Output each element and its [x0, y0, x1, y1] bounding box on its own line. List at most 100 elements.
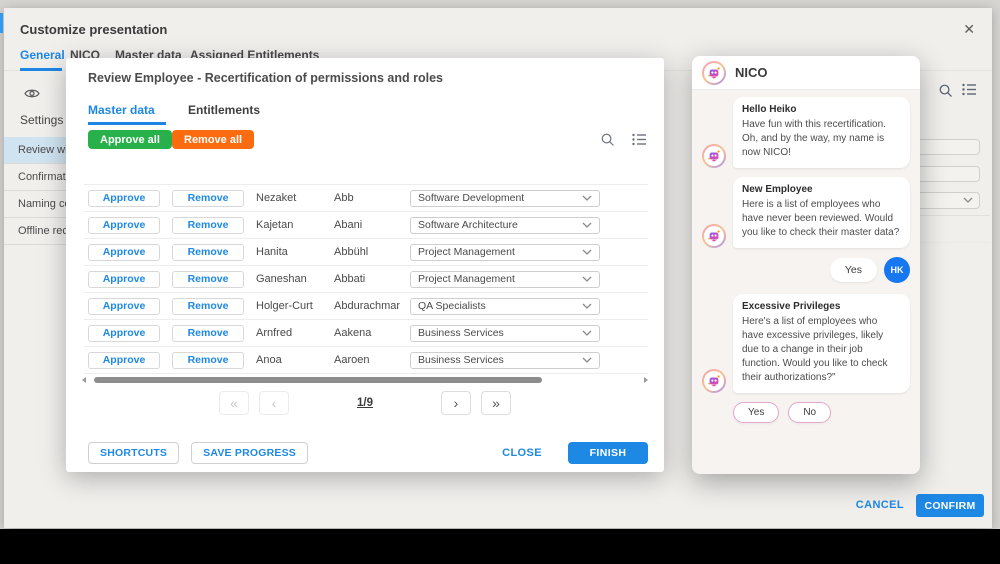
user-reply-bubble: Yes [830, 258, 877, 282]
first-name: Holger-Curt [256, 300, 334, 312]
confirm-button[interactable]: CONFIRM [916, 494, 984, 517]
search-icon[interactable] [600, 132, 615, 147]
save-progress-button[interactable]: SAVE PROGRESS [191, 442, 308, 464]
last-name: Abani [334, 219, 400, 231]
table-row: Approve Remove Anoa Aaroen Business Serv… [84, 347, 648, 374]
message-text: Here is a list of employees who have nev… [742, 198, 901, 240]
nico-avatar-icon [702, 224, 726, 248]
department-select[interactable]: Software Architecture [410, 217, 600, 234]
message-text: Here's a list of employees who have exce… [742, 315, 901, 385]
last-name: Abb [334, 192, 400, 204]
pagination: « ‹ 1/9 › » [66, 391, 664, 415]
remove-button[interactable]: Remove [172, 190, 244, 207]
table-row: Approve Remove Ganeshan Abbati Project M… [84, 266, 648, 293]
settings-heading: Settings [20, 113, 63, 127]
cancel-button[interactable]: CANCEL [856, 499, 904, 511]
list-view-icon[interactable] [632, 133, 647, 146]
chat-header: NICO [692, 56, 920, 90]
page-indicator[interactable]: 1/9 [357, 397, 373, 409]
approve-button[interactable]: Approve [88, 298, 160, 315]
last-name: Abdurachman... [334, 300, 400, 312]
divider [912, 242, 990, 243]
scroll-right-icon[interactable] [644, 377, 648, 383]
remove-button[interactable]: Remove [172, 271, 244, 288]
close-button[interactable]: CLOSE [502, 447, 542, 459]
remove-button[interactable]: Remove [172, 298, 244, 315]
chat-message: Hello Heiko Have fun with this recertifi… [702, 97, 910, 168]
user-avatar: HK [884, 257, 910, 283]
modal-tab-entitlements[interactable]: Entitlements [188, 103, 260, 117]
message-title: Excessive Privileges [742, 301, 901, 312]
remove-button[interactable]: Remove [172, 244, 244, 261]
eye-icon[interactable] [24, 86, 40, 104]
quick-replies: Yes No [733, 402, 910, 423]
approve-button[interactable]: Approve [88, 217, 160, 234]
remove-button[interactable]: Remove [172, 217, 244, 234]
previous-page-button[interactable]: ‹ [259, 391, 289, 415]
modal-tab-master-data[interactable]: Master data [88, 103, 155, 117]
department-select[interactable]: Software Development [410, 190, 600, 207]
dialog-title: Customize presentation [20, 22, 167, 37]
user-reply-row: Yes HK [702, 257, 910, 283]
chevron-down-icon [963, 197, 973, 204]
modal-active-tab-underline [88, 122, 166, 125]
first-page-button[interactable]: « [219, 391, 249, 415]
approve-button[interactable]: Approve [88, 271, 160, 288]
last-page-button[interactable]: » [481, 391, 511, 415]
list-view-icon[interactable] [962, 83, 977, 101]
approve-button[interactable]: Approve [88, 352, 160, 369]
chevron-down-icon [582, 303, 592, 310]
shortcuts-button[interactable]: SHORTCUTS [88, 442, 179, 464]
scroll-left-icon[interactable] [82, 377, 86, 383]
department-select[interactable]: QA Specialists [410, 298, 600, 315]
table-row: Approve Remove Kajetan Abani Software Ar… [84, 212, 648, 239]
active-tab-underline [20, 68, 62, 71]
department-select[interactable]: Business Services [410, 325, 600, 342]
close-icon[interactable]: ✕ [960, 19, 978, 39]
table-row: Approve Remove Nezaket Abb Software Deve… [84, 185, 648, 212]
chevron-down-icon [582, 249, 592, 256]
department-select[interactable]: Project Management [410, 244, 600, 261]
scrollbar-thumb[interactable] [94, 377, 542, 383]
first-name: Anoa [256, 354, 334, 366]
last-name: Aaroen [334, 354, 400, 366]
quick-reply-no-button[interactable]: No [788, 402, 831, 423]
chat-title: NICO [735, 65, 768, 80]
chevron-down-icon [582, 222, 592, 229]
table-row: Approve Remove Hanita Abbühl Project Man… [84, 239, 648, 266]
chat-body: Hello Heiko Have fun with this recertifi… [692, 90, 920, 430]
chevron-down-icon [582, 357, 592, 364]
remove-all-button[interactable]: Remove all [172, 130, 254, 149]
tab-general[interactable]: General [20, 48, 65, 62]
modal-footer: SHORTCUTS SAVE PROGRESS CLOSE FINISH [88, 442, 648, 464]
horizontal-scrollbar [82, 376, 648, 384]
first-name: Nezaket [256, 192, 334, 204]
remove-button[interactable]: Remove [172, 325, 244, 342]
department-value: Project Management [418, 246, 515, 258]
department-value: Software Development [418, 192, 524, 204]
quick-reply-yes-button[interactable]: Yes [733, 402, 779, 423]
nico-avatar-icon [702, 144, 726, 168]
chevron-down-icon [582, 195, 592, 202]
first-name: Ganeshan [256, 273, 334, 285]
approve-all-button[interactable]: Approve all [88, 130, 172, 149]
approve-button[interactable]: Approve [88, 190, 160, 207]
chevron-down-icon [582, 330, 592, 337]
review-employee-modal: Review Employee - Recertification of per… [66, 58, 664, 472]
chevron-down-icon [582, 276, 592, 283]
last-name: Aakena [334, 327, 400, 339]
approve-button[interactable]: Approve [88, 325, 160, 342]
remove-button[interactable]: Remove [172, 352, 244, 369]
message-text: Have fun with this recertification. Oh, … [742, 118, 901, 160]
department-select[interactable]: Project Management [410, 271, 600, 288]
chat-message: Excessive Privileges Here's a list of em… [702, 294, 910, 393]
first-name: Kajetan [256, 219, 334, 231]
department-select[interactable]: Business Services [410, 352, 600, 369]
next-page-button[interactable]: › [441, 391, 471, 415]
first-name: Hanita [256, 246, 334, 258]
employee-table: Approve Remove Nezaket Abb Software Deve… [84, 184, 648, 374]
table-row: Approve Remove Holger-Curt Abdurachman..… [84, 293, 648, 320]
search-icon[interactable] [938, 83, 953, 103]
finish-button[interactable]: FINISH [568, 442, 648, 464]
approve-button[interactable]: Approve [88, 244, 160, 261]
